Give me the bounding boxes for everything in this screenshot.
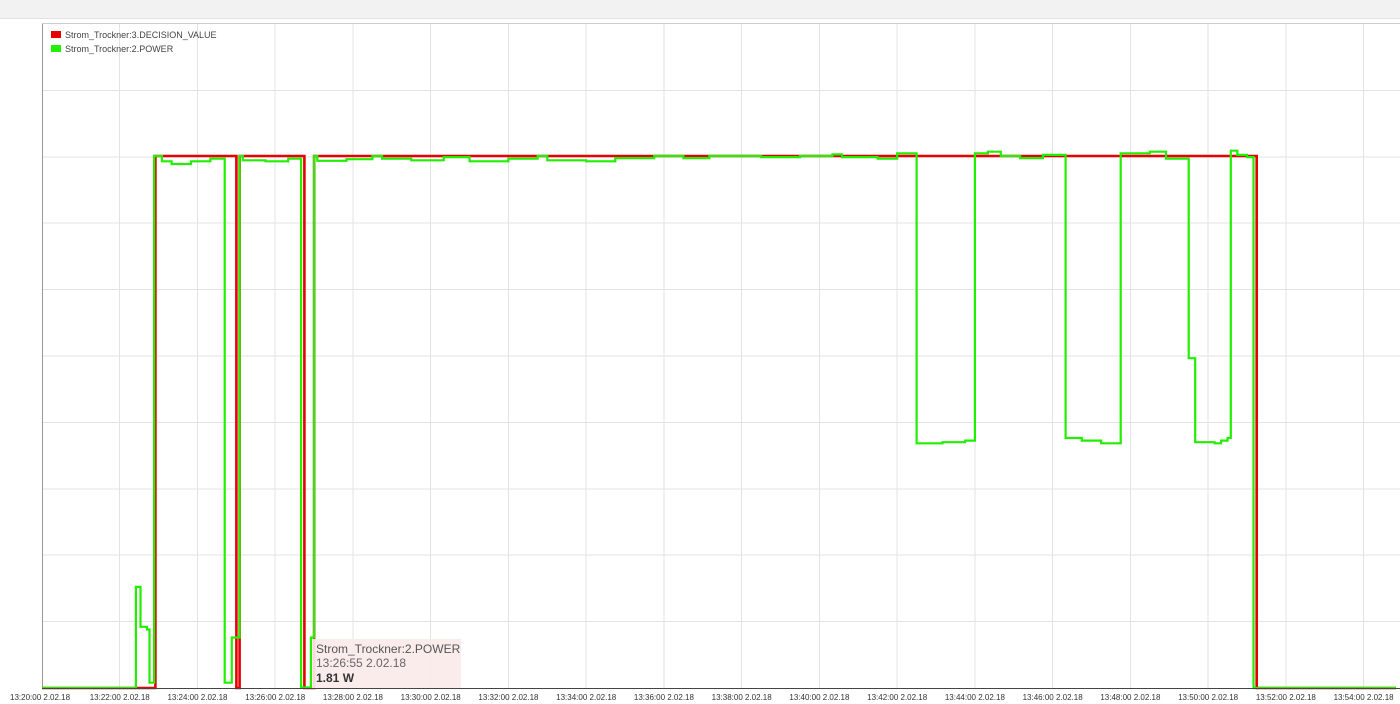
x-tick-label: 13:26:00 2.02.18 [245, 693, 306, 702]
x-tick-label: 13:50:00 2.02.18 [1178, 693, 1239, 702]
legend-item-decision-value[interactable]: Strom_Trockner:3.DECISION_VALUE [51, 30, 217, 40]
legend-label-decision-value: Strom_Trockner:3.DECISION_VALUE [65, 30, 217, 40]
x-tick-label: 13:52:00 2.02.18 [1256, 693, 1317, 702]
tooltip-time: 13:26:55 2.02.18 [316, 656, 406, 670]
x-tick-label: 13:30:00 2.02.18 [401, 693, 462, 702]
x-tick-label: 13:28:00 2.02.18 [323, 693, 384, 702]
hover-tooltip: Strom_Trockner:2.POWER 13:26:55 2.02.18 … [312, 639, 461, 688]
x-tick-label: 13:54:00 2.02.18 [1334, 693, 1395, 702]
legend-swatch-power [51, 45, 61, 52]
x-tick-label: 13:22:00 2.02.18 [90, 693, 151, 702]
legend-label-power: Strom_Trockner:2.POWER [65, 44, 174, 54]
x-tick-label: 13:32:00 2.02.18 [478, 693, 539, 702]
x-tick-label: 13:38:00 2.02.18 [712, 693, 773, 702]
x-tick-label: 13:44:00 2.02.18 [945, 693, 1006, 702]
x-tick-label: 13:20:00 2.02.18 [10, 693, 71, 702]
legend-swatch-decision-value [51, 31, 61, 38]
x-tick-label: 13:42:00 2.02.18 [867, 693, 928, 702]
x-tick-label: 13:34:00 2.02.18 [556, 693, 617, 702]
tooltip-series: Strom_Trockner:2.POWER [316, 642, 461, 656]
x-tick-label: 13:48:00 2.02.18 [1100, 693, 1161, 702]
x-tick-label: 13:40:00 2.02.18 [789, 693, 850, 702]
chart-area[interactable]: 13:20:00 2.02.18 13:22:00 2.02.18 13:24:00… [0, 0, 1400, 704]
x-axis-ticks: 13:20:00 2.02.18 13:22:00 2.02.18 13:24:00… [10, 693, 1394, 702]
x-tick-label: 13:36:00 2.02.18 [634, 693, 695, 702]
x-tick-label: 13:24:00 2.02.18 [167, 693, 228, 702]
x-tick-label: 13:46:00 2.02.18 [1023, 693, 1084, 702]
legend-item-power[interactable]: Strom_Trockner:2.POWER [51, 44, 174, 54]
tooltip-value: 1.81 W [316, 671, 355, 685]
